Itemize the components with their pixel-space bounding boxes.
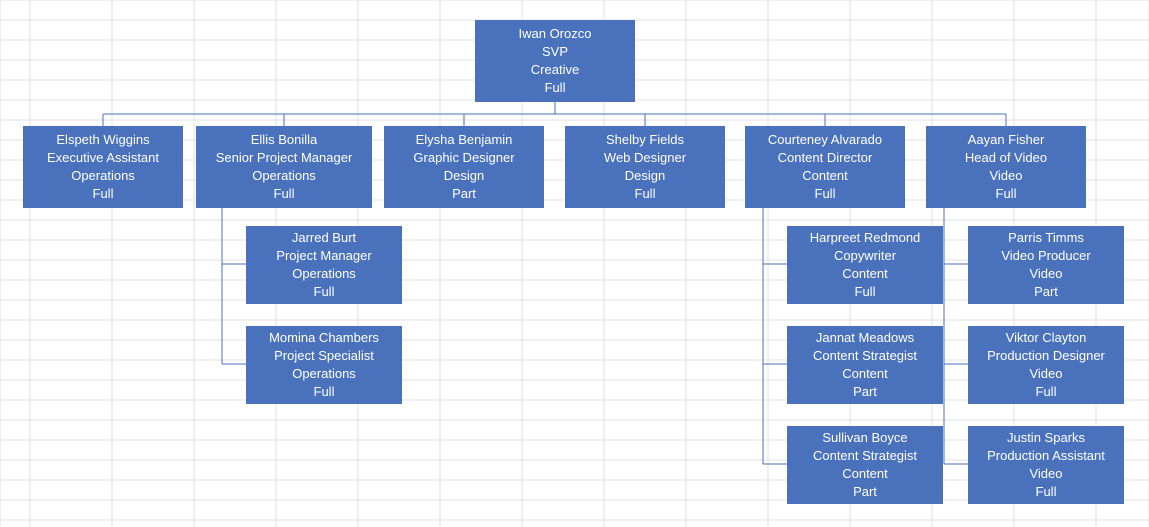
person-department: Operations [292, 365, 356, 383]
person-title: Senior Project Manager [216, 149, 353, 167]
org-node-harpreet-redmond[interactable]: Harpreet Redmond Copywriter Content Full [787, 226, 943, 304]
org-chart-canvas: Iwan Orozco SVP Creative Full Elspeth Wi… [0, 0, 1149, 527]
person-title: Graphic Designer [413, 149, 514, 167]
person-name: Harpreet Redmond [810, 229, 921, 247]
person-department: Content [802, 167, 848, 185]
org-node-courteney-alvarado[interactable]: Courteney Alvarado Content Director Cont… [745, 126, 905, 208]
person-status: Full [545, 79, 566, 97]
person-title: Executive Assistant [47, 149, 159, 167]
person-name: Parris Timms [1008, 229, 1084, 247]
person-title: Content Strategist [813, 447, 917, 465]
person-title: Video Producer [1001, 247, 1090, 265]
person-title: Web Designer [604, 149, 686, 167]
person-name: Viktor Clayton [1006, 329, 1087, 347]
person-name: Elysha Benjamin [416, 131, 513, 149]
org-node-sullivan-boyce[interactable]: Sullivan Boyce Content Strategist Conten… [787, 426, 943, 504]
person-title: Content Strategist [813, 347, 917, 365]
org-node-jannat-meadows[interactable]: Jannat Meadows Content Strategist Conten… [787, 326, 943, 404]
person-status: Full [815, 185, 836, 203]
person-department: Operations [71, 167, 135, 185]
person-title: Production Assistant [987, 447, 1105, 465]
person-department: Video [1029, 265, 1062, 283]
person-department: Video [1029, 465, 1062, 483]
org-node-aayan-fisher[interactable]: Aayan Fisher Head of Video Video Full [926, 126, 1086, 208]
person-title: SVP [542, 43, 568, 61]
person-status: Full [274, 185, 295, 203]
org-node-jarred-burt[interactable]: Jarred Burt Project Manager Operations F… [246, 226, 402, 304]
person-status: Full [314, 383, 335, 401]
person-name: Shelby Fields [606, 131, 684, 149]
person-title: Copywriter [834, 247, 896, 265]
person-department: Operations [252, 167, 316, 185]
person-department: Design [625, 167, 665, 185]
person-name: Ellis Bonilla [251, 131, 317, 149]
person-status: Full [1036, 483, 1057, 501]
person-status: Full [314, 283, 335, 301]
person-title: Content Director [778, 149, 873, 167]
person-name: Iwan Orozco [519, 25, 592, 43]
person-department: Creative [531, 61, 579, 79]
person-name: Courteney Alvarado [768, 131, 882, 149]
person-department: Content [842, 465, 888, 483]
person-department: Operations [292, 265, 356, 283]
person-status: Full [996, 185, 1017, 203]
person-status: Part [452, 185, 476, 203]
person-department: Video [989, 167, 1022, 185]
person-name: Jannat Meadows [816, 329, 914, 347]
org-node-ellis-bonilla[interactable]: Ellis Bonilla Senior Project Manager Ope… [196, 126, 372, 208]
person-name: Momina Chambers [269, 329, 379, 347]
person-title: Head of Video [965, 149, 1047, 167]
person-status: Full [855, 283, 876, 301]
org-node-elspeth-wiggins[interactable]: Elspeth Wiggins Executive Assistant Oper… [23, 126, 183, 208]
person-status: Full [1036, 383, 1057, 401]
org-node-shelby-fields[interactable]: Shelby Fields Web Designer Design Full [565, 126, 725, 208]
person-status: Full [635, 185, 656, 203]
org-node-viktor-clayton[interactable]: Viktor Clayton Production Designer Video… [968, 326, 1124, 404]
person-department: Design [444, 167, 484, 185]
person-title: Project Specialist [274, 347, 374, 365]
org-node-elysha-benjamin[interactable]: Elysha Benjamin Graphic Designer Design … [384, 126, 544, 208]
person-name: Sullivan Boyce [822, 429, 907, 447]
org-node-parris-timms[interactable]: Parris Timms Video Producer Video Part [968, 226, 1124, 304]
person-department: Video [1029, 365, 1062, 383]
person-status: Part [853, 383, 877, 401]
person-name: Jarred Burt [292, 229, 356, 247]
person-department: Content [842, 265, 888, 283]
person-status: Part [1034, 283, 1058, 301]
person-name: Justin Sparks [1007, 429, 1085, 447]
person-status: Part [853, 483, 877, 501]
org-node-momina-chambers[interactable]: Momina Chambers Project Specialist Opera… [246, 326, 402, 404]
org-node-justin-sparks[interactable]: Justin Sparks Production Assistant Video… [968, 426, 1124, 504]
person-title: Project Manager [276, 247, 371, 265]
person-department: Content [842, 365, 888, 383]
org-node-iwan-orozco[interactable]: Iwan Orozco SVP Creative Full [475, 20, 635, 102]
person-title: Production Designer [987, 347, 1105, 365]
person-name: Aayan Fisher [968, 131, 1045, 149]
person-status: Full [93, 185, 114, 203]
person-name: Elspeth Wiggins [56, 131, 149, 149]
